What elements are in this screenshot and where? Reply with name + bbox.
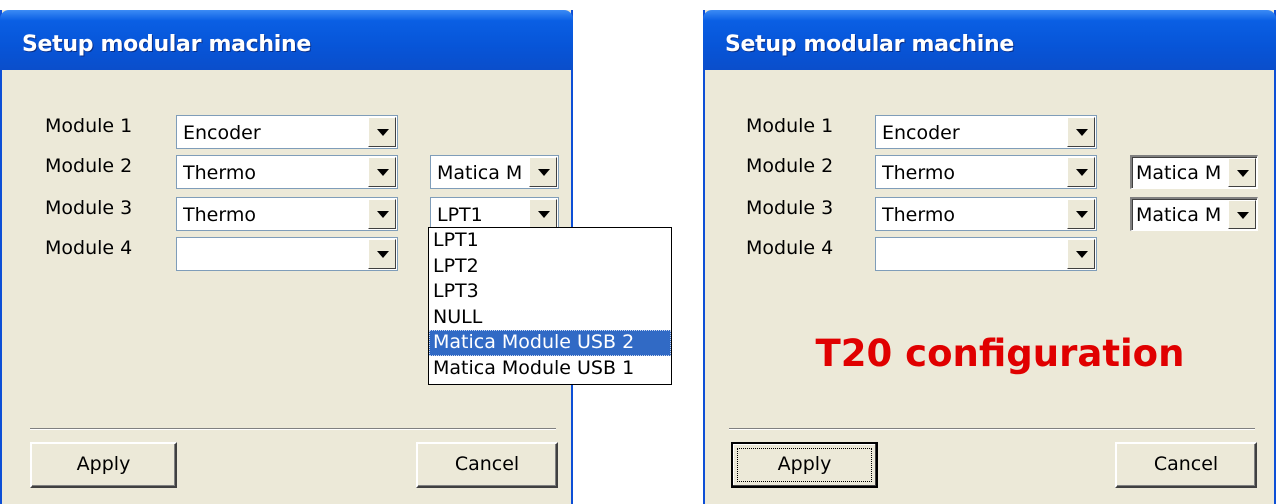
module-2-port-select[interactable]: Matica M: [430, 155, 559, 189]
module-2-select[interactable]: Thermo: [176, 155, 398, 189]
module-1-value: Encoder: [882, 122, 960, 144]
module-4-select[interactable]: [176, 237, 398, 271]
module-4-select[interactable]: [875, 237, 1097, 271]
module-1-select[interactable]: Encoder: [176, 115, 398, 149]
apply-button[interactable]: Apply: [731, 442, 878, 488]
title-bar[interactable]: Setup modular machine: [0, 10, 573, 70]
module-1-label: Module 1: [45, 115, 133, 137]
module-3-port-value: Matica M: [1136, 204, 1222, 226]
setup-dialog-right: Setup modular machine Module 1 Encoder M…: [703, 10, 1276, 504]
chevron-down-icon[interactable]: [1067, 199, 1095, 229]
dropdown-option-usb1[interactable]: Matica Module USB 1: [429, 356, 671, 382]
module-2-port-value: Matica M: [437, 162, 523, 184]
chevron-down-icon[interactable]: [529, 157, 557, 187]
module-3-port-value: LPT1: [437, 204, 483, 226]
module-2-label: Module 2: [746, 155, 834, 177]
apply-button[interactable]: Apply: [30, 442, 177, 488]
chevron-down-icon[interactable]: [368, 157, 396, 187]
module-3-label: Module 3: [45, 197, 133, 219]
configuration-caption: T20 configuration: [815, 332, 1185, 375]
module-4-label: Module 4: [746, 237, 834, 259]
dropdown-option-lpt3[interactable]: LPT3: [429, 279, 671, 305]
dropdown-option-lpt2[interactable]: LPT2: [429, 254, 671, 280]
chevron-down-icon[interactable]: [1067, 239, 1095, 269]
dropdown-option-lpt1[interactable]: LPT1: [429, 228, 671, 254]
module-1-select[interactable]: Encoder: [875, 115, 1097, 149]
port-dropdown-list[interactable]: LPT1 LPT2 LPT3 NULL Matica Module USB 2 …: [428, 227, 672, 385]
module-2-port-select[interactable]: Matica M: [1130, 155, 1258, 189]
module-4-label: Module 4: [45, 237, 133, 259]
separator: [30, 428, 556, 430]
dropdown-option-usb2[interactable]: Matica Module USB 2: [429, 330, 671, 356]
dropdown-option-null[interactable]: NULL: [429, 305, 671, 331]
module-2-select[interactable]: Thermo: [875, 155, 1097, 189]
chevron-down-icon[interactable]: [368, 239, 396, 269]
module-3-value: Thermo: [882, 204, 955, 226]
module-2-port-value: Matica M: [1136, 162, 1222, 184]
chevron-down-icon[interactable]: [1067, 157, 1095, 187]
cancel-button[interactable]: Cancel: [416, 442, 558, 488]
chevron-down-icon[interactable]: [529, 199, 557, 229]
chevron-down-icon[interactable]: [1228, 158, 1256, 187]
cancel-button[interactable]: Cancel: [1115, 442, 1257, 488]
module-3-port-select[interactable]: LPT1: [430, 197, 559, 231]
module-2-label: Module 2: [45, 155, 133, 177]
chevron-down-icon[interactable]: [1067, 117, 1095, 147]
dialog-title: Setup modular machine: [725, 32, 1014, 57]
module-3-port-select[interactable]: Matica M: [1130, 197, 1258, 231]
module-3-label: Module 3: [746, 197, 834, 219]
module-3-select[interactable]: Thermo: [875, 197, 1097, 231]
separator: [729, 428, 1255, 430]
chevron-down-icon[interactable]: [368, 117, 396, 147]
module-2-value: Thermo: [183, 162, 256, 184]
module-1-label: Module 1: [746, 115, 834, 137]
module-1-value: Encoder: [183, 122, 261, 144]
module-3-value: Thermo: [183, 204, 256, 226]
dialog-title: Setup modular machine: [22, 32, 311, 57]
module-3-select[interactable]: Thermo: [176, 197, 398, 231]
title-bar[interactable]: Setup modular machine: [703, 10, 1276, 70]
focus-rectangle: [737, 448, 872, 482]
chevron-down-icon[interactable]: [368, 199, 396, 229]
chevron-down-icon[interactable]: [1228, 200, 1256, 229]
module-2-value: Thermo: [882, 162, 955, 184]
